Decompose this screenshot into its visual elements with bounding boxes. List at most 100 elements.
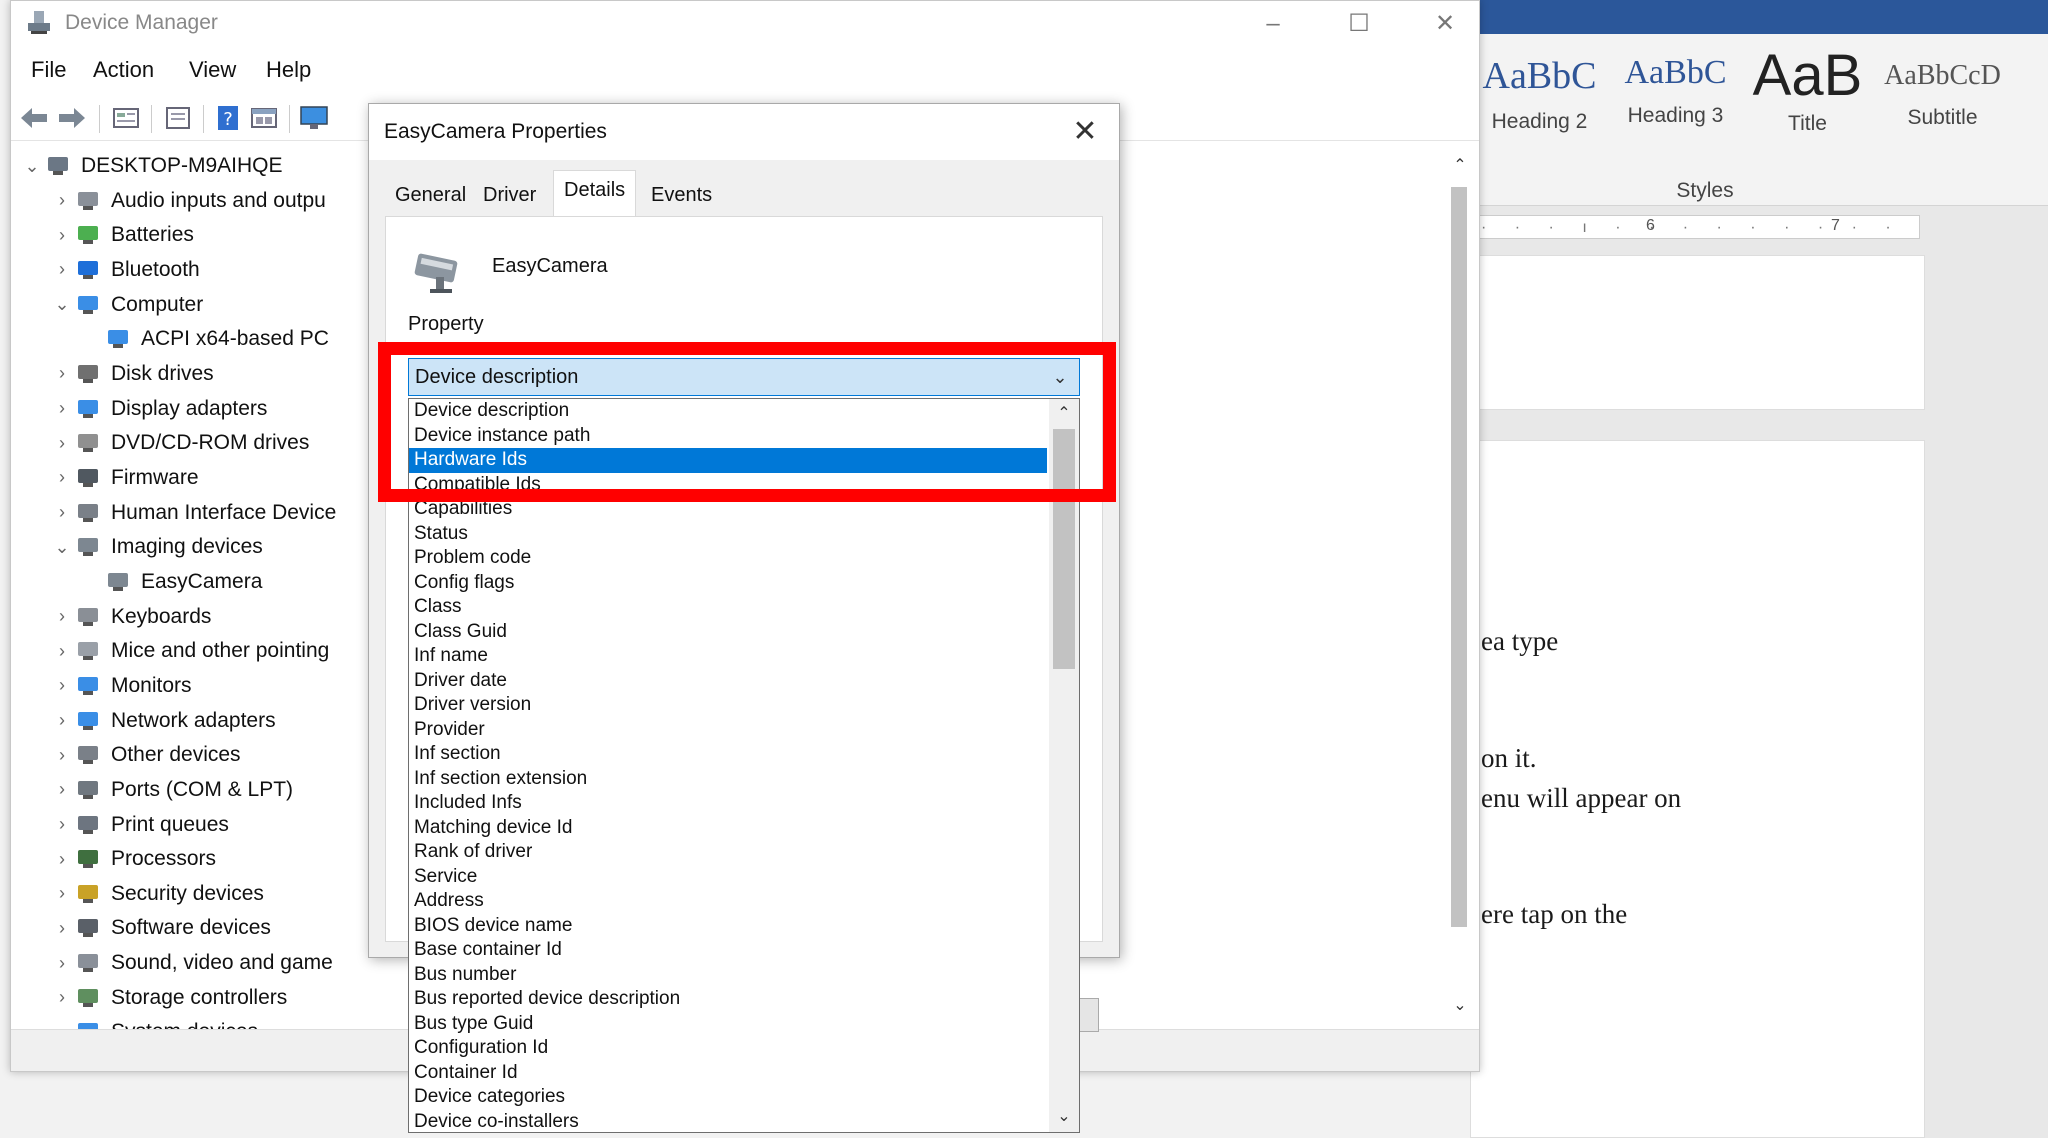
tree-item[interactable]: ⌄ DESKTOP-M9AIHQE [21,149,282,183]
chevron-right-icon[interactable]: › [51,883,73,904]
tree-item[interactable]: ⌄ Imaging devices [51,530,262,564]
chevron-right-icon[interactable]: › [51,1022,73,1029]
scroll-down-icon[interactable]: ⌄ [1049,1102,1079,1132]
menu-view[interactable]: View [189,57,236,83]
minimize-button[interactable]: – [1243,5,1303,43]
chevron-right-icon[interactable]: › [51,190,73,211]
chevron-right-icon[interactable]: › [51,433,73,454]
tree-item[interactable]: › Mice and other pointing [51,634,329,668]
tree-item[interactable]: › Firmware [51,461,199,495]
dropdown-option[interactable]: Included Infs [409,791,1047,816]
scrollbar-thumb[interactable] [1451,187,1467,927]
dropdown-option[interactable]: Class [409,595,1047,620]
tree-item[interactable]: › Bluetooth [51,253,200,287]
dropdown-option[interactable]: Matching device Id [409,816,1047,841]
tab-details[interactable]: Details [553,170,637,217]
style-heading-3[interactable]: AaBbC Heading 3 [1608,54,1743,128]
tab-driver[interactable]: Driver [473,176,546,216]
tab-events[interactable]: Events [641,176,722,216]
dropdown-option[interactable]: Inf name [409,644,1047,669]
tree-item[interactable]: › Print queues [51,808,229,842]
tree-item[interactable]: › Display adapters [51,392,267,426]
forward-arrow-icon[interactable] [55,101,89,135]
dropdown-option[interactable]: Bus number [409,963,1047,988]
dropdown-option[interactable]: Provider [409,718,1047,743]
options-scrollbar[interactable]: ⌃ ⌄ [1049,399,1079,1132]
back-arrow-icon[interactable] [17,101,51,135]
tree-item[interactable]: › Disk drives [51,357,214,391]
chevron-right-icon[interactable]: › [51,467,73,488]
tree-item[interactable]: ⌄ Computer [51,288,203,322]
chevron-right-icon[interactable]: › [51,641,73,662]
dropdown-option[interactable]: Bus type Guid [409,1012,1047,1037]
tree-item[interactable]: › Sound, video and game [51,946,333,980]
tree-item[interactable]: › System devices [51,1015,258,1029]
dropdown-option[interactable]: Inf section extension [409,767,1047,792]
tree-item[interactable]: ACPI x64-based PC [81,322,329,356]
scroll-down-icon[interactable]: ⌄ [1445,991,1475,1021]
tree-item[interactable]: › Monitors [51,669,192,703]
chevron-right-icon[interactable]: › [51,398,73,419]
tree-item[interactable]: › Storage controllers [51,981,287,1015]
chevron-right-icon[interactable]: › [51,814,73,835]
close-button[interactable]: ✕ [1057,110,1113,154]
chevron-right-icon[interactable]: › [51,745,73,766]
chevron-right-icon[interactable]: › [51,363,73,384]
chevron-right-icon[interactable]: › [51,918,73,939]
dropdown-option[interactable]: Driver version [409,693,1047,718]
menu-action[interactable]: Action [93,57,154,83]
tree-item[interactable]: › Keyboards [51,600,211,634]
chevron-right-icon[interactable]: › [51,710,73,731]
dropdown-option[interactable]: Address [409,889,1047,914]
tree-item[interactable]: › Ports (COM & LPT) [51,773,293,807]
chevron-right-icon[interactable]: › [51,675,73,696]
tree-item[interactable]: › Network adapters [51,704,276,738]
chevron-down-icon[interactable]: ⌄ [21,156,43,177]
dropdown-option[interactable]: Configuration Id [409,1036,1047,1061]
style-title[interactable]: AaB Title [1740,42,1875,136]
tree-item[interactable]: › Other devices [51,738,241,772]
properties-icon[interactable] [109,101,143,135]
dropdown-option[interactable]: Bus reported device description [409,987,1047,1012]
chevron-down-icon[interactable]: ⌄ [51,537,73,558]
scroll-up-icon[interactable]: ⌃ [1445,151,1475,181]
tree-item[interactable]: › DVD/CD-ROM drives [51,426,309,460]
monitor-scan-icon[interactable] [297,101,331,135]
update-driver-icon[interactable] [161,101,195,135]
device-tree-scrollbar[interactable]: ⌃ ⌄ [1445,151,1473,1021]
dropdown-option[interactable]: Driver date [409,669,1047,694]
tree-item[interactable]: EasyCamera [81,565,262,599]
style-heading-2[interactable]: AaBbC Heading 2 [1472,54,1607,134]
chevron-right-icon[interactable]: › [51,849,73,870]
help-icon[interactable]: ? [211,101,245,135]
tree-item[interactable]: › Human Interface Device [51,496,336,530]
dropdown-option[interactable]: Service [409,865,1047,890]
menu-file[interactable]: File [31,57,66,83]
tree-item[interactable]: › Audio inputs and outpu [51,184,326,218]
dropdown-option[interactable]: Class Guid [409,620,1047,645]
chevron-right-icon[interactable]: › [51,502,73,523]
dropdown-option[interactable]: Rank of driver [409,840,1047,865]
chevron-right-icon[interactable]: › [51,779,73,800]
maximize-button[interactable]: ☐ [1329,5,1389,43]
property-options-list[interactable]: Device description Device instance path Ha… [408,398,1080,1133]
tree-item[interactable]: › Software devices [51,911,271,945]
dropdown-option[interactable]: Status [409,522,1047,547]
chevron-right-icon[interactable]: › [51,225,73,246]
dropdown-option[interactable]: BIOS device name [409,914,1047,939]
tree-item[interactable]: › Security devices [51,877,264,911]
dropdown-option[interactable]: Container Id [409,1061,1047,1086]
chevron-right-icon[interactable]: › [51,606,73,627]
chevron-right-icon[interactable]: › [51,987,73,1008]
dropdown-option[interactable]: Inf section [409,742,1047,767]
dropdown-option[interactable]: Device co-installers [409,1110,1047,1133]
close-button[interactable]: ✕ [1415,5,1475,43]
menu-help[interactable]: Help [266,57,311,83]
dropdown-option[interactable]: Config flags [409,571,1047,596]
style-subtitle[interactable]: AaBbCcD Subtitle [1875,54,2010,130]
chevron-right-icon[interactable]: › [51,953,73,974]
view-icon[interactable] [247,101,281,135]
dropdown-option[interactable]: Base container Id [409,938,1047,963]
tree-item[interactable]: › Processors [51,842,216,876]
dropdown-option[interactable]: Device categories [409,1085,1047,1110]
